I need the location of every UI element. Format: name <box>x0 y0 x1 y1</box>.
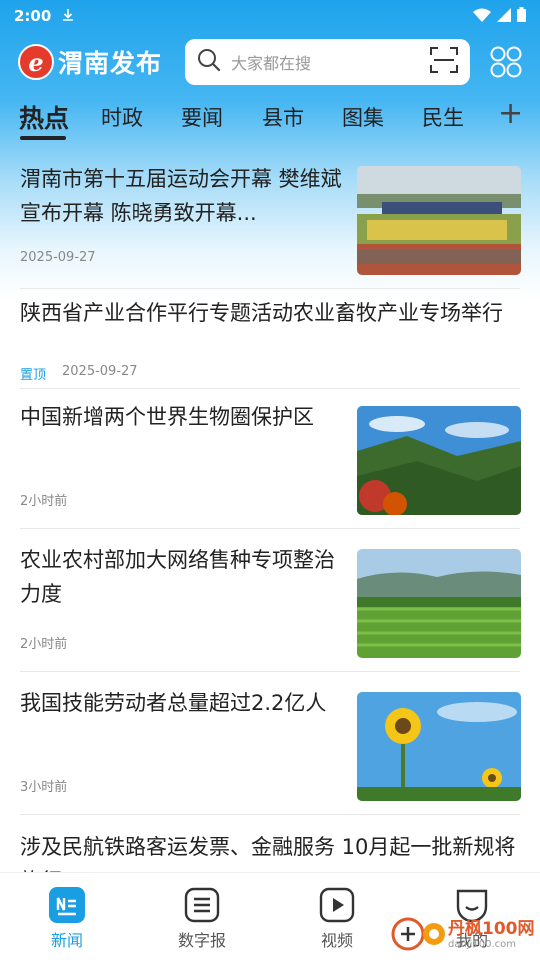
news-time: 2025-09-27 <box>20 250 96 265</box>
divider <box>20 388 520 389</box>
news-time: 2小时前 <box>20 494 68 509</box>
wifi-icon <box>473 7 491 26</box>
divider <box>20 814 520 815</box>
list-icon <box>184 887 220 923</box>
news-thumbnail <box>357 166 521 275</box>
news-meta: 置顶 2025-09-27 <box>20 364 138 383</box>
active-tab-indicator <box>20 136 66 140</box>
tab-counties[interactable]: 县市 <box>262 102 304 132</box>
news-time: 3小时前 <box>20 780 68 795</box>
watermark-logo-icon <box>391 917 445 951</box>
category-tabs: 热点 时政 要闻 县市 图集 民生 + <box>0 96 540 144</box>
news-thumbnail <box>357 406 521 515</box>
news-icon <box>49 887 85 923</box>
signal-icon <box>497 7 511 26</box>
news-meta: 2小时前 <box>20 490 67 509</box>
news-meta: 3小时前 <box>20 776 67 795</box>
nav-label: 视频 <box>320 931 353 950</box>
divider <box>20 671 520 672</box>
tab-politics[interactable]: 时政 <box>101 102 143 132</box>
app-logo: e 渭南发布 <box>18 44 162 80</box>
news-thumbnail <box>357 549 521 658</box>
scan-icon[interactable] <box>430 47 458 77</box>
logo-emblem: e <box>18 44 54 80</box>
watermark-url: danji100.com <box>448 939 516 950</box>
play-icon <box>319 887 355 923</box>
watermark-text: 丹枫100网 <box>448 919 535 939</box>
news-title: 陕西省产业合作平行专题活动农业畜牧产业专场举行 <box>20 301 503 325</box>
news-thumbnail <box>357 692 521 801</box>
nav-video[interactable]: 视频 <box>297 887 377 951</box>
nav-news[interactable]: 新闻 <box>27 887 107 951</box>
nav-label: 数字报 <box>177 931 226 950</box>
site-watermark: 丹枫100网 danji100.com <box>390 912 535 952</box>
download-icon <box>63 8 74 24</box>
search-placeholder: 大家都在搜 <box>231 54 312 73</box>
app-header: e 渭南发布 大家都在搜 <box>0 36 540 92</box>
news-title: 中国新增两个世界生物圈保护区 <box>20 405 314 429</box>
search-bar[interactable]: 大家都在搜 <box>185 39 470 85</box>
news-meta: 2025-09-27 <box>20 250 96 265</box>
status-bar: 2:00 <box>0 0 540 32</box>
battery-icon <box>517 6 526 26</box>
tab-livelihood[interactable]: 民生 <box>422 102 464 132</box>
nav-digital-paper[interactable]: 数字报 <box>162 887 242 951</box>
news-time: 2025-09-27 <box>62 364 138 379</box>
news-meta: 2小时前 <box>20 633 67 652</box>
add-tab-button[interactable]: + <box>498 96 523 131</box>
nav-label: 新闻 <box>50 931 83 950</box>
news-time: 2小时前 <box>20 637 68 652</box>
news-title: 渭南市第十五届运动会开幕 樊维斌宣布开幕 陈晓勇致开幕... <box>20 167 342 225</box>
apps-grid-icon[interactable] <box>489 45 523 79</box>
tab-gallery[interactable]: 图集 <box>342 102 384 132</box>
news-title: 我国技能劳动者总量超过2.2亿人 <box>20 691 327 715</box>
news-title: 农业农村部加大网络售种专项整治力度 <box>20 548 335 606</box>
search-icon <box>197 48 221 76</box>
tab-hot[interactable]: 热点 <box>19 99 69 135</box>
logo-text: 渭南发布 <box>58 49 163 78</box>
pinned-badge: 置顶 <box>20 368 47 383</box>
status-time: 2:00 <box>14 7 52 25</box>
tab-headlines[interactable]: 要闻 <box>181 102 223 132</box>
divider <box>20 528 520 529</box>
divider <box>20 288 520 289</box>
